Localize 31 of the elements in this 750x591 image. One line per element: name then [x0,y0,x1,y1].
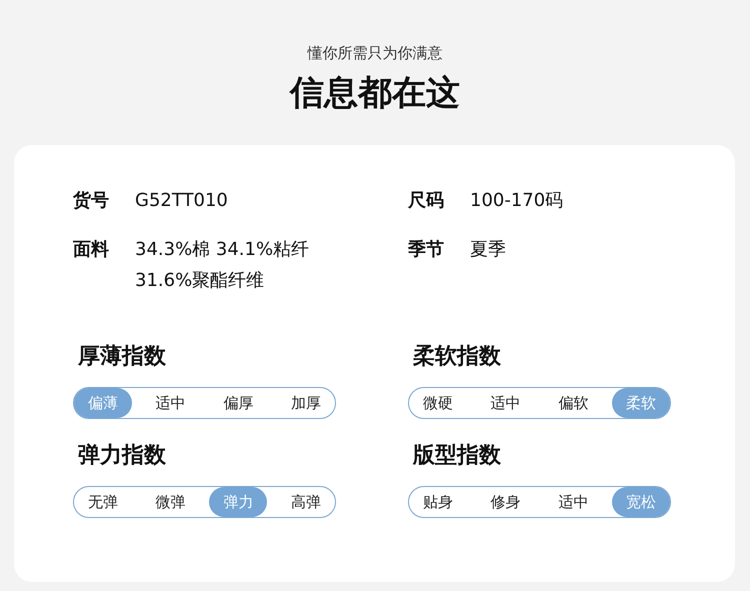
scale-option: 高弹 [276,487,335,517]
spec-label: 面料 [73,238,109,262]
index-title: 柔软指数 [413,343,502,371]
index-title: 版型指数 [413,442,502,470]
scale-option: 适中 [142,388,200,418]
spec-label: 季节 [408,238,444,262]
scale-option: 微弹 [142,487,200,517]
spec-value: 夏季 [470,238,506,262]
spec-value: 31.6%聚酯纤维 [135,269,266,293]
index-title: 厚薄指数 [78,343,167,371]
scale-option: 适中 [544,487,602,517]
index-title: 弹力指数 [78,442,167,470]
scale-option: 修身 [476,487,535,517]
page-title: 信息都在这 [290,72,460,115]
scale-option: 宽松 [612,487,670,517]
scale-option: 偏厚 [209,388,268,418]
spec-value: 34.3%棉 34.1%粘纤 [135,238,310,262]
scale-option: 偏软 [544,388,602,418]
scale-option: 适中 [476,388,535,418]
scale-option: 偏薄 [74,388,132,418]
scale-option: 微硬 [409,388,467,418]
scale-option: 加厚 [276,388,335,418]
subtitle: 懂你所需只为你满意 [308,43,442,63]
scale-option: 无弹 [74,487,132,517]
scale-option: 贴身 [409,487,467,517]
spec-label: 尺码 [408,189,444,213]
spec-value: 100-170码 [470,189,564,213]
scale-option: 弹力 [209,487,268,517]
scale-option: 柔软 [612,388,670,418]
spec-value: G52TT010 [135,189,228,213]
spec-label: 货号 [73,189,109,213]
